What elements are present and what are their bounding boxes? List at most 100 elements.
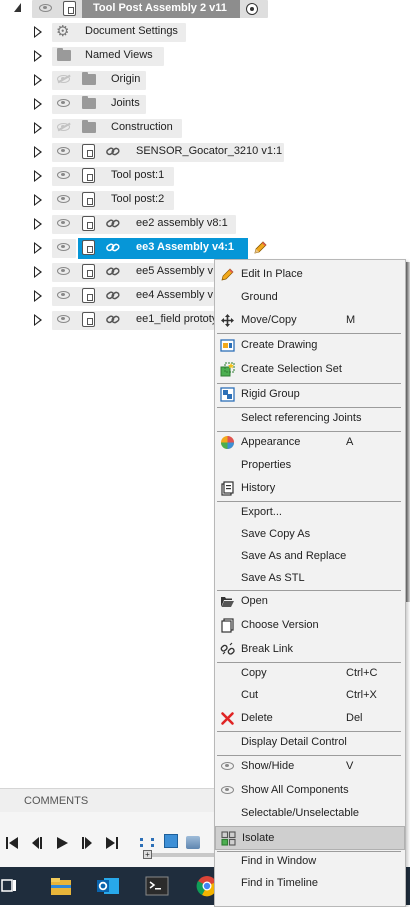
browser-item-ee3-assembly[interactable]: ee3 Assembly v4:1 xyxy=(0,238,300,259)
collapse-triangle-icon[interactable] xyxy=(14,3,21,12)
browser-item-construction[interactable]: Construction xyxy=(0,118,300,138)
terminal-icon[interactable] xyxy=(145,876,169,896)
visibility-eye-icon[interactable] xyxy=(57,99,70,107)
visibility-eye-icon[interactable] xyxy=(57,291,70,299)
menu-item-cut[interactable]: Cut Ctrl+X xyxy=(215,685,405,707)
context-menu: Edit In Place Ground Move/Copy M Create … xyxy=(214,259,406,907)
outlook-icon[interactable] xyxy=(96,875,120,897)
go-to-end-icon[interactable] xyxy=(105,836,119,850)
browser-item-tool-post-2[interactable]: Tool post:2 xyxy=(0,190,300,210)
break-link-icon xyxy=(220,642,235,655)
browser-item-tool-post-1[interactable]: Tool post:1 xyxy=(0,166,300,186)
menu-item-ground[interactable]: Ground xyxy=(215,287,405,309)
go-to-start-icon[interactable] xyxy=(5,836,19,850)
browser-item-origin[interactable]: Origin xyxy=(0,70,300,90)
menu-item-label: Edit In Place xyxy=(241,268,303,280)
step-forward-icon[interactable] xyxy=(80,836,94,850)
comments-bar[interactable]: COMMENTS xyxy=(0,788,214,813)
menu-item-create-drawing[interactable]: Create Drawing xyxy=(215,335,405,357)
expand-triangle-icon[interactable] xyxy=(34,122,42,134)
menu-item-shortcut: Del xyxy=(346,712,363,724)
expand-triangle-icon[interactable] xyxy=(34,194,42,206)
menu-item-select-referencing-joints[interactable]: Select referencing Joints xyxy=(215,408,405,430)
browser-item-joints[interactable]: Joints xyxy=(0,94,300,114)
step-back-icon[interactable] xyxy=(30,836,44,850)
browser-root-row[interactable]: Tool Post Assembly 2 v11 xyxy=(0,0,280,20)
visibility-eye-icon[interactable] xyxy=(57,315,70,323)
menu-item-open[interactable]: Open xyxy=(215,591,405,613)
menu-item-find-in-window[interactable]: Find in Window xyxy=(215,851,405,873)
visibility-eye-icon[interactable] xyxy=(57,147,70,155)
expand-triangle-icon[interactable] xyxy=(34,266,42,278)
isolate-icon xyxy=(221,831,236,846)
menu-item-label: Save Copy As xyxy=(241,528,311,540)
menu-item-label: Export... xyxy=(241,506,282,518)
menu-item-isolate[interactable]: Isolate xyxy=(215,826,405,850)
browser-item-named-views[interactable]: Named Views xyxy=(0,46,300,66)
hidden-eye-icon[interactable] xyxy=(57,123,70,131)
expand-triangle-icon[interactable] xyxy=(34,218,42,230)
assembly-icon xyxy=(63,1,76,16)
menu-item-rigid-group[interactable]: Rigid Group xyxy=(215,384,405,406)
timeline-marker[interactable]: + xyxy=(143,850,152,859)
browser-item-document-settings[interactable]: ⚙ Document Settings xyxy=(0,22,300,42)
menu-item-label: Choose Version xyxy=(241,619,319,631)
expand-triangle-icon[interactable] xyxy=(34,74,42,86)
file-explorer-icon[interactable] xyxy=(50,876,72,896)
visibility-eye-icon[interactable] xyxy=(57,219,70,227)
menu-item-history[interactable]: History xyxy=(215,478,405,500)
menu-item-display-detail-control[interactable]: Display Detail Control xyxy=(215,732,405,754)
expand-triangle-icon[interactable] xyxy=(34,242,42,254)
component-icon xyxy=(82,312,95,327)
play-icon[interactable] xyxy=(55,836,69,850)
expand-triangle-icon[interactable] xyxy=(34,26,42,38)
expand-triangle-icon[interactable] xyxy=(34,146,42,158)
menu-item-choose-version[interactable]: Choose Version xyxy=(215,615,405,637)
menu-item-break-link[interactable]: Break Link xyxy=(215,639,405,661)
visibility-eye-icon[interactable] xyxy=(57,195,70,203)
menu-item-label: Save As and Replace xyxy=(241,550,347,562)
menu-item-label: Selectable/Unselectable xyxy=(241,807,360,819)
expand-triangle-icon[interactable] xyxy=(34,314,42,326)
menu-item-show-all-components[interactable]: Show All Components xyxy=(215,780,405,802)
expand-triangle-icon[interactable] xyxy=(34,290,42,302)
menu-item-selectable-unselectable[interactable]: Selectable/Unselectable xyxy=(215,803,405,825)
appearance-icon xyxy=(221,436,234,449)
visibility-eye-icon[interactable] xyxy=(57,267,70,275)
menu-item-move-copy[interactable]: Move/Copy M xyxy=(215,310,405,332)
browser-item-label: Origin xyxy=(111,73,141,85)
menu-item-find-in-timeline[interactable]: Find in Timeline xyxy=(215,873,405,895)
timeline-scrubber[interactable] xyxy=(146,853,214,857)
timeline-joint-icon[interactable] xyxy=(186,836,200,849)
menu-item-create-selection-set[interactable]: Create Selection Set xyxy=(215,359,405,381)
browser-item-ee2-assembly[interactable]: ee2 assembly v8:1 xyxy=(0,214,300,234)
link-icon xyxy=(106,219,120,228)
visibility-eye-icon[interactable] xyxy=(39,4,52,12)
menu-item-properties[interactable]: Properties xyxy=(215,455,405,477)
menu-item-appearance[interactable]: Appearance A xyxy=(215,432,405,454)
folder-icon xyxy=(82,120,96,133)
timeline-feature-icons[interactable] xyxy=(140,838,154,847)
visibility-eye-icon[interactable] xyxy=(57,243,70,251)
expand-triangle-icon[interactable] xyxy=(34,170,42,182)
expand-triangle-icon[interactable] xyxy=(34,50,42,62)
timeline-component-icon[interactable] xyxy=(164,834,178,848)
menu-item-save-as-stl[interactable]: Save As STL xyxy=(215,568,405,590)
menu-item-export[interactable]: Export... xyxy=(215,502,405,524)
task-view-icon[interactable] xyxy=(0,877,18,895)
menu-item-edit-in-place[interactable]: Edit In Place xyxy=(215,264,405,286)
menu-item-delete[interactable]: Delete Del xyxy=(215,708,405,730)
visibility-eye-icon[interactable] xyxy=(57,171,70,179)
browser-item-sensor[interactable]: SENSOR_Gocator_3210 v1:1 xyxy=(0,142,300,162)
activate-radio-icon[interactable] xyxy=(246,3,258,15)
eye-icon xyxy=(220,783,235,798)
menu-item-save-copy-as[interactable]: Save Copy As xyxy=(215,524,405,546)
menu-item-copy[interactable]: Copy Ctrl+C xyxy=(215,663,405,685)
expand-triangle-icon[interactable] xyxy=(34,98,42,110)
link-icon xyxy=(106,243,120,252)
edit-pencil-icon[interactable] xyxy=(252,240,268,256)
eye-icon xyxy=(220,759,235,774)
menu-item-save-as-and-replace[interactable]: Save As and Replace xyxy=(215,546,405,568)
menu-item-show-hide[interactable]: Show/Hide V xyxy=(215,756,405,778)
hidden-eye-icon[interactable] xyxy=(57,75,70,83)
